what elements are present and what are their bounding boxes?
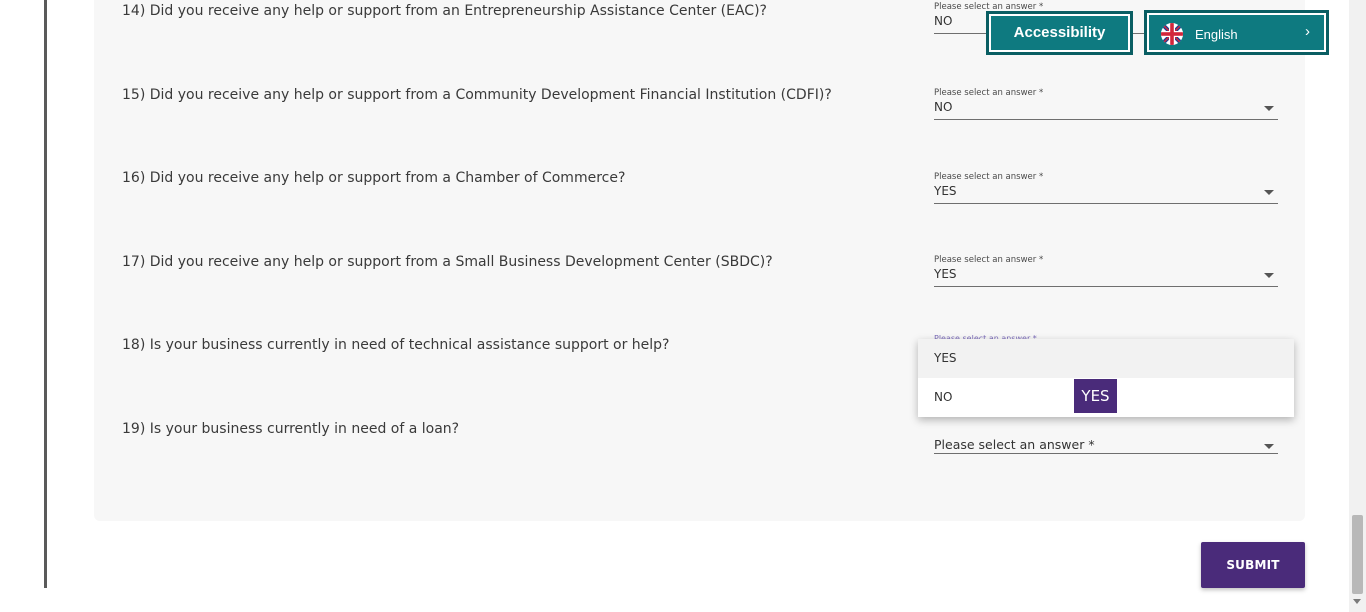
select-hint: Please select an answer * xyxy=(934,88,1044,98)
question-15-select[interactable]: Please select an answer * NO xyxy=(934,88,1278,120)
chevron-right-icon: › xyxy=(1305,23,1310,40)
page: 14) Did you receive any help or support … xyxy=(0,0,1366,612)
select-hint: Please select an answer * xyxy=(934,255,1044,265)
caret-down-icon xyxy=(1264,273,1274,278)
question-18: 18) Is your business currently in need o… xyxy=(122,337,670,353)
language-label: English xyxy=(1195,27,1238,42)
question-14: 14) Did you receive any help or support … xyxy=(122,3,767,19)
question-17-select[interactable]: Please select an answer * YES xyxy=(934,255,1278,287)
question-15: 15) Did you receive any help or support … xyxy=(122,87,832,103)
select-value: NO xyxy=(934,100,953,114)
select-placeholder: Please select an answer * xyxy=(934,437,1095,452)
language-selector-button[interactable]: English › xyxy=(1144,10,1329,55)
caret-down-icon xyxy=(1264,444,1274,449)
question-19-select[interactable]: Please select an answer * xyxy=(934,425,1278,454)
caret-down-icon xyxy=(1264,190,1274,195)
select-value: YES xyxy=(934,184,957,198)
scroll-down-arrow-icon[interactable] xyxy=(1353,599,1361,604)
question-17: 17) Did you receive any help or support … xyxy=(122,254,773,270)
select-value: NO xyxy=(934,14,953,28)
left-divider xyxy=(44,0,47,588)
accessibility-button[interactable]: Accessibility xyxy=(986,11,1133,55)
question-19: 19) Is your business currently in need o… xyxy=(122,421,460,437)
page-scrollbar[interactable] xyxy=(1349,0,1366,612)
question-16: 16) Did you receive any help or support … xyxy=(122,170,626,186)
question-16-select[interactable]: Please select an answer * YES xyxy=(934,172,1278,204)
option-tooltip: YES xyxy=(1074,379,1117,413)
caret-down-icon xyxy=(1264,106,1274,111)
dropdown-option-yes[interactable]: YES xyxy=(918,339,1294,378)
uk-flag-icon xyxy=(1161,23,1183,45)
submit-button[interactable]: SUBMIT xyxy=(1201,542,1305,588)
select-hint: Please select an answer * xyxy=(934,172,1044,182)
scrollbar-thumb[interactable] xyxy=(1352,515,1363,594)
select-value: YES xyxy=(934,267,957,281)
